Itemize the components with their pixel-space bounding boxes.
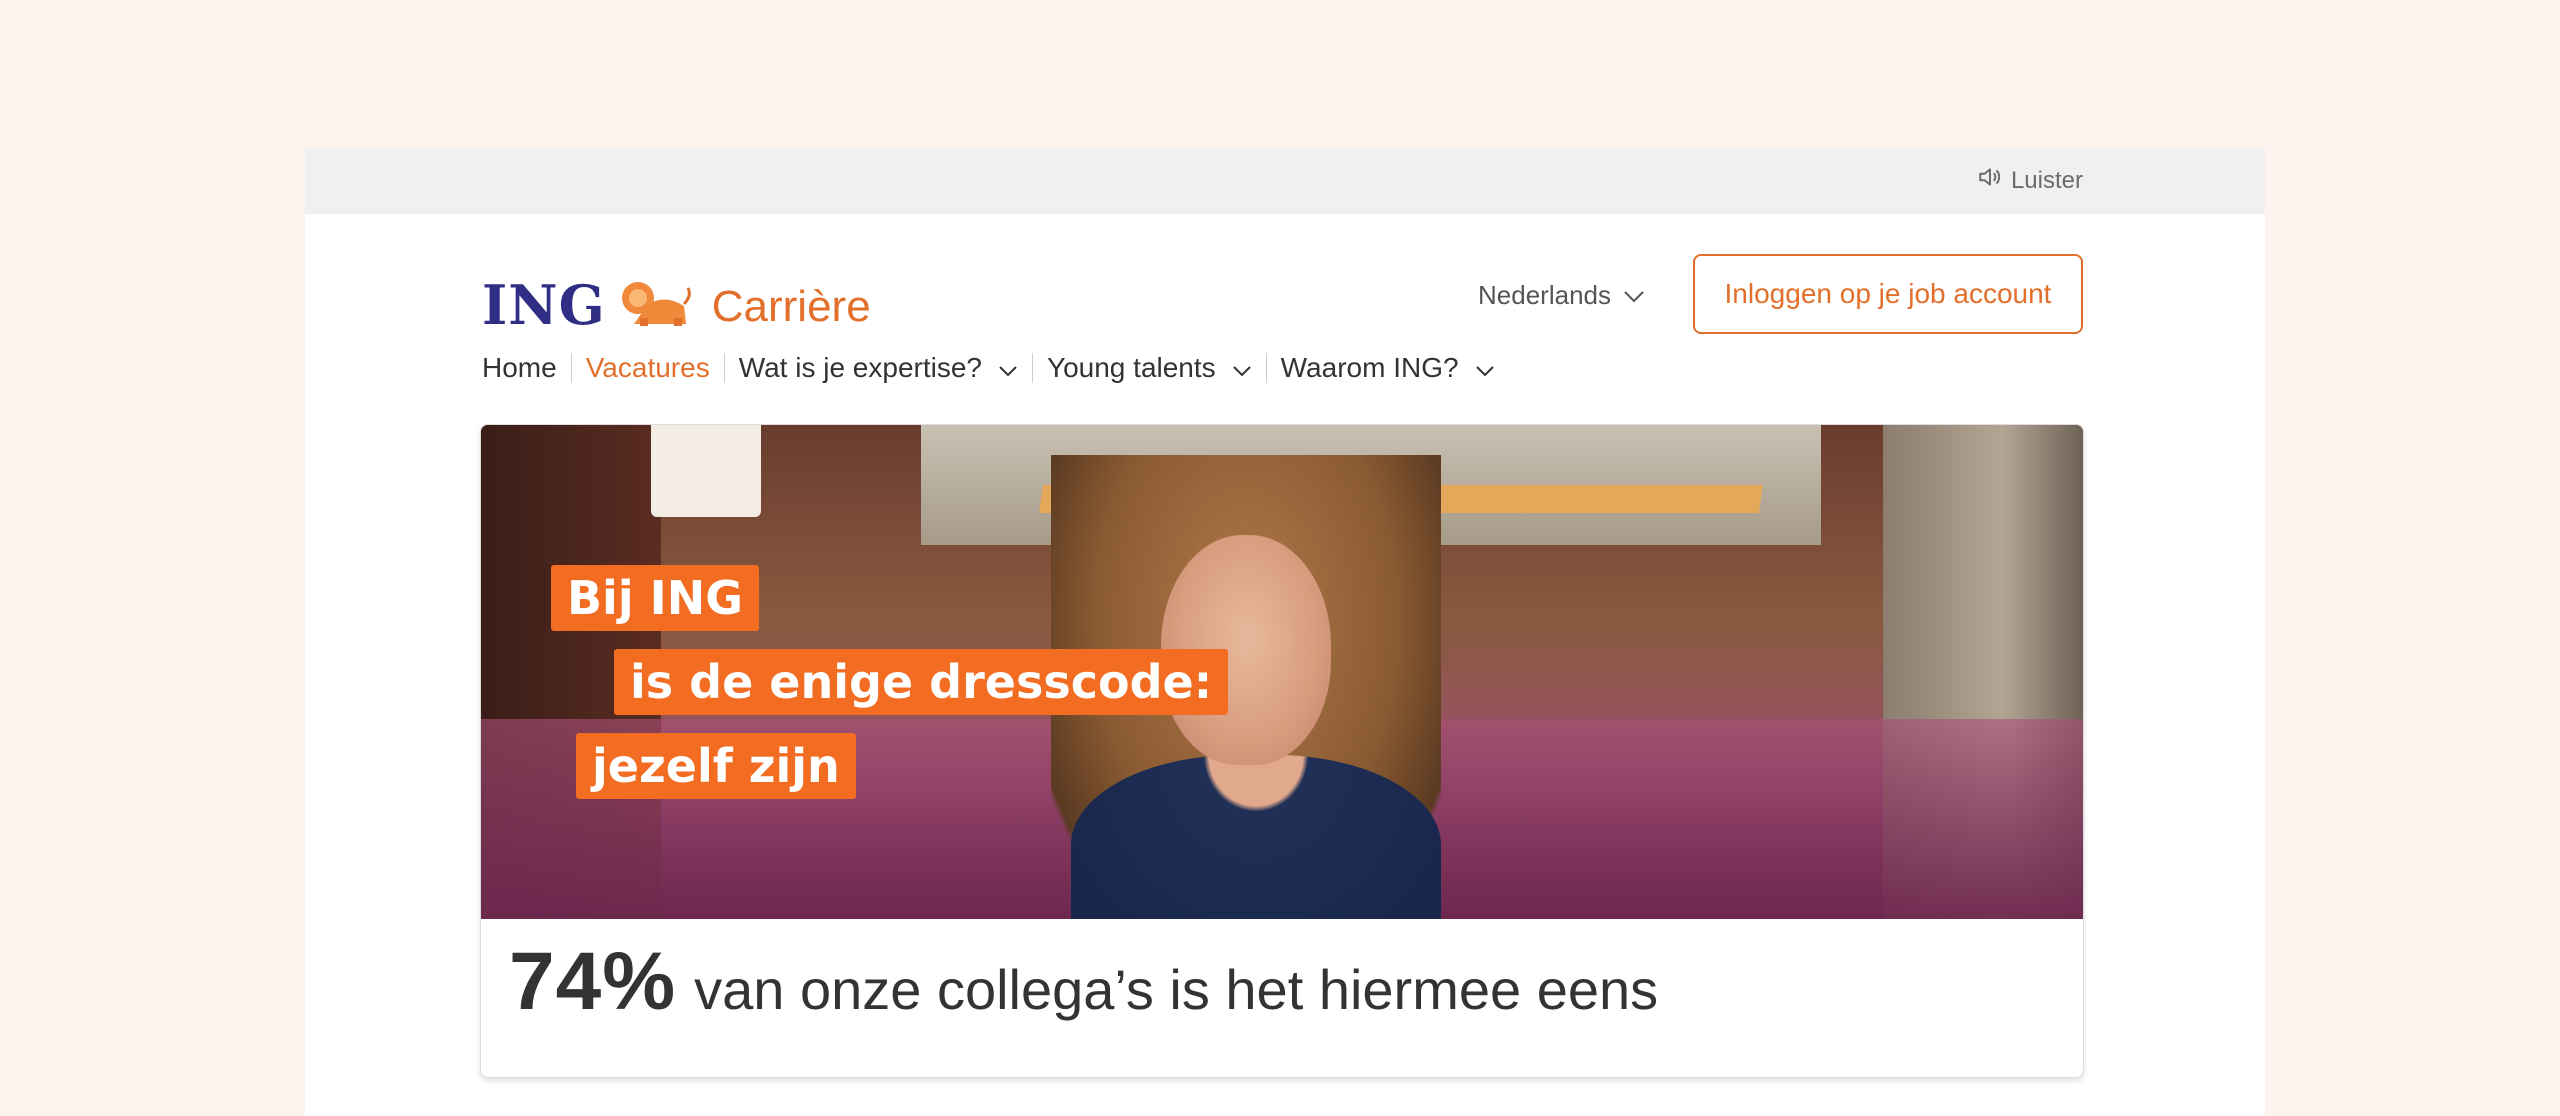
nav-item-young-talents[interactable]: Young talents [1047, 352, 1252, 384]
nav-item-home[interactable]: Home [482, 352, 557, 384]
nav-separator [1031, 353, 1033, 383]
hero-tag-line1: Bij ING [551, 565, 759, 631]
chevron-down-icon [992, 352, 1018, 384]
main-nav: Home Vacatures Wat is je expertise? Youn… [482, 352, 1495, 384]
nav-item-expertise[interactable]: Wat is je expertise? [739, 352, 1018, 384]
language-label: Nederlands [1478, 280, 1611, 310]
chevron-down-icon [1226, 352, 1252, 384]
speaker-icon [1977, 164, 2003, 197]
logo-ing-text: ING [482, 273, 606, 337]
chevron-down-icon [1623, 280, 1645, 311]
hero-image: Bij ING is de enige dresscode: jezelf zi… [481, 425, 2083, 919]
ing-carriere-logo[interactable]: ING Carrière [482, 274, 871, 332]
stat-value: 74% [509, 936, 677, 1027]
listen-button[interactable]: Luister [1977, 164, 2083, 197]
nav-item-vacatures[interactable]: Vacatures [586, 352, 710, 384]
lion-icon [614, 274, 692, 332]
nav-separator [570, 353, 572, 383]
stat-text: van onze collega’s is het hiermee eens [694, 958, 1659, 1021]
nav-label: Young talents [1046, 352, 1216, 383]
logo-carriere-text: Carrière [711, 282, 871, 331]
top-utility-bar: Luister [305, 148, 2265, 214]
chevron-down-icon [1469, 352, 1495, 384]
hero-tag-line3: jezelf zijn [576, 733, 856, 799]
hero-tag-line2: is de enige dresscode: [614, 649, 1229, 715]
nav-item-waarom-ing[interactable]: Waarom ING? [1281, 352, 1495, 384]
testimonial-card[interactable]: Bij ING is de enige dresscode: jezelf zi… [480, 424, 2084, 1078]
nav-label: Waarom ING? [1280, 352, 1459, 383]
nav-label: Wat is je expertise? [738, 352, 982, 383]
login-job-account-button[interactable]: Inloggen op je job account [1693, 254, 2083, 334]
hero-background-sign [651, 425, 761, 517]
nav-separator [723, 353, 725, 383]
nav-label: Vacatures [585, 352, 710, 383]
stat-line: 74% van onze collega’s is het hiermee ee… [509, 935, 1658, 1029]
person-body [1071, 755, 1441, 919]
nav-label: Home [482, 352, 557, 383]
site-header: ING Carrière Nederlands Inloggen op je j… [482, 254, 2083, 344]
listen-label: Luister [2010, 166, 2083, 194]
nav-separator [1265, 353, 1267, 383]
language-selector[interactable]: Nederlands [1478, 280, 1645, 311]
page: Luister ING Carrière Nederlands Inloggen… [305, 148, 2265, 1116]
